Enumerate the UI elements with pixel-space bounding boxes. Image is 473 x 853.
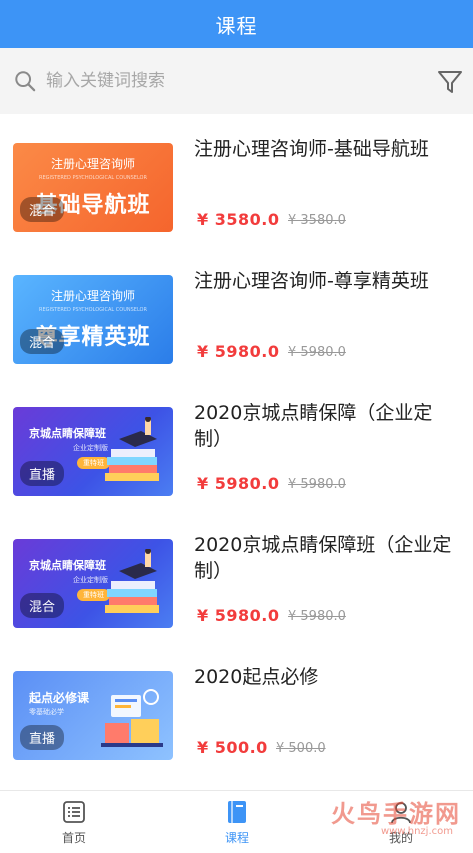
header-bar: 课程 (0, 0, 473, 48)
course-item[interactable]: 起点必修课 零基础必学 直播 2020起点必修 ¥ 500.0 ¥ 500.0 (0, 642, 473, 774)
course-title: 注册心理咨询师-基础导航班 (194, 138, 429, 160)
course-item[interactable]: 京城点睛保障班 企业定制版 重特班 混合 2020京城点睛保障班（企业定制） ¥… (0, 510, 473, 642)
watermark-url: www.hnzj.com (380, 826, 453, 837)
books-illustration (105, 549, 159, 613)
thumbnail-subtitle: 注册心理咨询师 (50, 289, 135, 303)
original-price: ¥ 500.0 (276, 741, 326, 756)
mode-badge: 直播 (20, 461, 65, 486)
course-price: ¥ 3580.0 (197, 210, 280, 229)
book-icon (228, 801, 246, 823)
thumbnail-tagline: REGISTERED PSYCHOLOGICAL COUNSELOR (39, 307, 147, 313)
tab-label: 首页 (61, 831, 86, 845)
course-price: ¥ 5980.0 (197, 606, 280, 625)
thumbnail-tagline: REGISTERED PSYCHOLOGICAL COUNSELOR (39, 175, 147, 181)
mode-badge: 混合 (20, 593, 65, 618)
tab-label: 课程 (224, 831, 249, 845)
course-price: ¥ 5980.0 (197, 342, 280, 361)
original-price: ¥ 3580.0 (288, 213, 346, 228)
original-price: ¥ 5980.0 (288, 609, 346, 624)
course-list: 注册心理咨询师 REGISTERED PSYCHOLOGICAL COUNSEL… (0, 114, 473, 774)
course-item[interactable]: 京城点睛保障班 企业定制版 重特班 直播 2020京城点睛保障（企业定制） ¥ … (0, 378, 473, 510)
thumbnail-title: 京城点睛保障班 (29, 559, 106, 572)
tab-home[interactable]: 首页 (29, 791, 119, 853)
course-thumbnail: 注册心理咨询师 REGISTERED PSYCHOLOGICAL COUNSEL… (13, 143, 173, 232)
search-bar (0, 48, 473, 114)
original-price: ¥ 5980.0 (288, 345, 346, 360)
course-title: 2020起点必修 (194, 666, 319, 688)
mode-badge: 混合 (20, 329, 65, 354)
course-title: 2020京城点睛保障（企业定制） (194, 402, 433, 450)
list-icon (63, 801, 85, 823)
thumbnail-title: 起点必修课 (29, 691, 90, 705)
course-title: 注册心理咨询师-尊享精英班 (194, 270, 429, 292)
watermark-logo: 火鸟手游网 (331, 800, 461, 828)
original-price: ¥ 5980.0 (288, 477, 346, 492)
study-illustration (101, 689, 163, 747)
course-price: ¥ 5980.0 (197, 474, 280, 493)
search-input[interactable] (46, 66, 406, 96)
mode-badge: 直播 (20, 725, 65, 750)
course-price: ¥ 500.0 (197, 738, 268, 757)
course-item[interactable]: 注册心理咨询师 REGISTERED PSYCHOLOGICAL COUNSEL… (0, 114, 473, 246)
page-title: 课程 (215, 13, 258, 38)
search-icon (15, 71, 36, 92)
course-thumbnail: 起点必修课 零基础必学 直播 (13, 671, 173, 760)
course-thumbnail: 注册心理咨询师 REGISTERED PSYCHOLOGICAL COUNSEL… (13, 275, 173, 364)
thumbnail-subtitle: 零基础必学 (29, 708, 64, 716)
books-illustration (105, 417, 159, 481)
thumbnail-title: 京城点睛保障班 (29, 427, 106, 440)
course-title: 2020京城点睛保障班（企业定制） (194, 534, 452, 582)
thumbnail-subtitle: 注册心理咨询师 (50, 157, 135, 171)
course-item[interactable]: 注册心理咨询师 REGISTERED PSYCHOLOGICAL COUNSEL… (0, 246, 473, 378)
course-thumbnail: 京城点睛保障班 企业定制版 重特班 混合 (13, 539, 173, 628)
mode-badge: 混合 (20, 197, 65, 222)
filter-icon[interactable] (437, 69, 463, 95)
course-thumbnail: 京城点睛保障班 企业定制版 重特班 直播 (13, 407, 173, 496)
tab-courses[interactable]: 课程 (192, 791, 282, 853)
